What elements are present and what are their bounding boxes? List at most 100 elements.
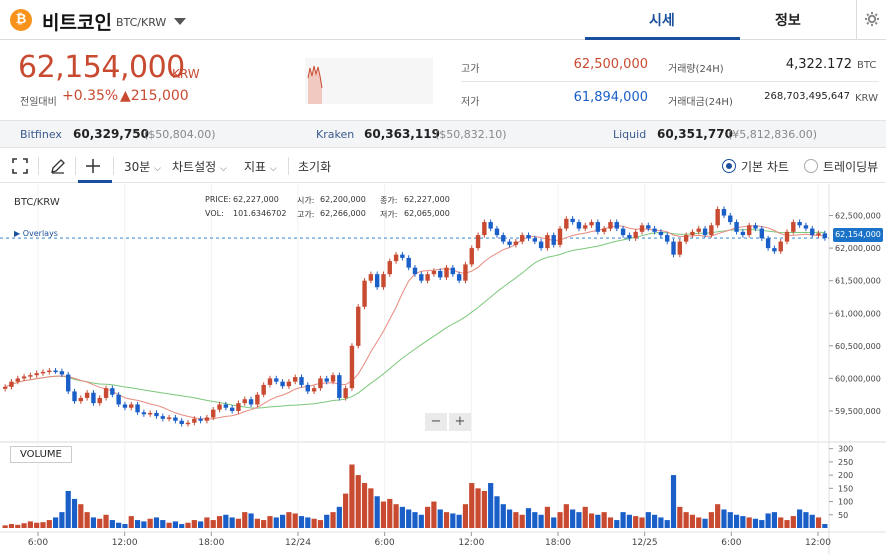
zoom-out-button[interactable]: −	[425, 413, 447, 431]
volume-bar	[198, 521, 204, 528]
volume-bar	[740, 516, 746, 528]
fullscreen-icon[interactable]	[12, 158, 28, 174]
candle-body	[608, 222, 613, 229]
coin-name[interactable]: 비트코인	[42, 8, 112, 35]
exchange-name[interactable]: Liquid	[613, 128, 646, 141]
volume-bar	[462, 504, 469, 528]
candle-body	[299, 377, 304, 385]
candle-body	[589, 222, 594, 226]
chart-settings-dropdown[interactable]: 차트설정 ⌵	[172, 158, 227, 175]
y-tick-label: 62,000,000	[835, 244, 881, 253]
volume-bar	[27, 521, 33, 528]
volume-bar	[8, 524, 15, 528]
zoom-in-button[interactable]: +	[449, 413, 471, 431]
candle-body	[21, 376, 27, 379]
current-price: 62,154,000	[18, 50, 185, 85]
volume-bar	[519, 514, 525, 528]
volume-bar	[103, 514, 109, 528]
candle-body	[135, 404, 140, 413]
amount-24h-value: 268,703,495,647	[764, 91, 850, 102]
volume-bar	[588, 513, 595, 528]
reset-button[interactable]: 초기화	[298, 158, 331, 175]
candle-body	[40, 371, 46, 374]
x-tick-label: 18:00	[545, 538, 571, 548]
change-percent: +0.35%	[62, 88, 119, 104]
divider	[75, 157, 76, 175]
volume-bar	[481, 490, 487, 528]
candle-body	[28, 375, 33, 377]
candle-body	[406, 257, 411, 268]
volume-tick-label: 50	[838, 511, 848, 520]
volume-bar	[639, 517, 645, 528]
legend-price-value: 62,227,000	[233, 195, 279, 204]
volume-bar	[626, 514, 632, 528]
chart-canvas[interactable]: 62,500,000 62,000,000 61,500,000 61,000,000…	[0, 184, 886, 555]
volume-bar	[733, 514, 740, 528]
volume-bar	[166, 522, 172, 528]
candle-body	[141, 412, 147, 415]
volume-bar	[645, 512, 651, 528]
tradingview-label[interactable]: 트레이딩뷰	[823, 158, 878, 175]
indicators-dropdown[interactable]: 지표 ⌵	[244, 158, 277, 175]
candle-body	[557, 228, 563, 245]
candle-body	[709, 225, 714, 236]
volume-button[interactable]: VOLUME	[10, 446, 72, 463]
volume-bar	[513, 512, 519, 528]
candle-body	[532, 238, 538, 242]
crosshair-icon[interactable]	[85, 158, 101, 174]
volume-bar	[551, 517, 557, 528]
candle-body	[765, 238, 771, 249]
divider	[288, 157, 289, 175]
exchange-name[interactable]: Bitfinex	[20, 128, 62, 141]
overlays-toggle[interactable]: ▶ Overlays	[14, 229, 58, 238]
candle-body	[217, 404, 222, 410]
volume-bar	[702, 518, 708, 528]
tradingview-radio[interactable]	[804, 159, 818, 173]
interval-label: 30분	[124, 160, 151, 174]
volume-bar	[15, 524, 21, 528]
volume-bar	[500, 504, 506, 528]
volume-bar	[387, 498, 393, 528]
pencil-icon[interactable]	[50, 158, 66, 174]
price-chart[interactable]: 62,500,000 62,000,000 61,500,000 61,000,000…	[0, 184, 886, 555]
interval-dropdown[interactable]: 30분 ⌵	[124, 158, 161, 175]
overlays-label: Overlays	[22, 229, 58, 238]
candle-body	[696, 228, 701, 232]
volume-bar	[229, 517, 235, 528]
candle-body	[797, 222, 802, 226]
tab-info[interactable]: 정보	[775, 10, 801, 30]
volume-bar	[305, 517, 311, 528]
candle-body	[129, 404, 134, 408]
exchange-bar: Bitfinex 60,329,750 ($50,804.00) Kraken …	[0, 120, 886, 148]
candle-body	[778, 241, 783, 252]
candle-body	[507, 241, 512, 245]
exchange-name[interactable]: Kraken	[316, 128, 354, 141]
basic-chart-label[interactable]: 기본 차트	[741, 158, 789, 175]
candle-body	[59, 371, 65, 375]
volume-bar	[46, 520, 52, 528]
candle-body	[110, 388, 115, 395]
x-tick-label: 6:00	[721, 538, 741, 548]
volume-bar	[771, 512, 778, 528]
volume-bar	[324, 514, 330, 528]
divider	[461, 81, 879, 82]
candle-body	[784, 231, 790, 242]
settings-button[interactable]	[856, 0, 886, 40]
volume-tick-label: 200	[838, 471, 853, 480]
volume-bar	[97, 518, 103, 528]
volume-bar	[393, 504, 399, 528]
volume-bar	[406, 509, 412, 528]
chevron-down-icon[interactable]	[174, 18, 186, 25]
candle-body	[198, 418, 203, 421]
coin-pair[interactable]: BTC/KRW	[116, 16, 166, 29]
volume-bar	[708, 512, 714, 528]
candle-body	[223, 404, 229, 408]
basic-chart-radio[interactable]	[722, 159, 736, 173]
volume-bar	[525, 508, 532, 528]
tab-market[interactable]: 시세	[649, 10, 675, 30]
candle-body	[267, 378, 273, 385]
volume-bar	[412, 512, 418, 528]
volume-bar	[664, 520, 670, 528]
candle-body	[734, 222, 739, 232]
candle-body	[753, 225, 758, 229]
